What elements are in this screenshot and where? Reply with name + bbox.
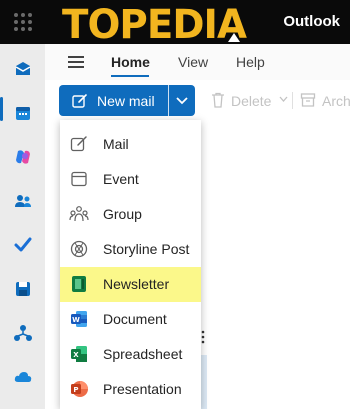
ribbon-divider (292, 92, 293, 109)
org-explorer-icon[interactable] (13, 323, 33, 343)
delete-chevron-icon[interactable] (279, 96, 288, 103)
menu-item-mail[interactable]: Mail (60, 127, 201, 162)
word-icon: W (71, 311, 87, 327)
menu-item-label: Group (103, 206, 142, 222)
logo-mark-icon (228, 33, 240, 42)
new-mail-dropdown-button[interactable] (169, 85, 195, 116)
brand-logo: TOPEDIA (62, 0, 252, 48)
archive-icon[interactable] (300, 92, 316, 108)
menu-item-storyline-post[interactable]: Storyline Post (60, 232, 201, 267)
calendar-icon (71, 171, 87, 187)
menu-item-event[interactable]: Event (60, 162, 201, 197)
todo-icon[interactable] (13, 235, 33, 255)
menu-item-label: Newsletter (103, 276, 170, 292)
delete-button[interactable]: Delete (231, 93, 271, 109)
compose-icon (70, 136, 87, 152)
svg-text:TOPEDIA: TOPEDIA (62, 2, 247, 44)
menu-item-label: Presentation (103, 381, 182, 397)
menu-icon[interactable] (68, 56, 84, 68)
menu-item-document[interactable]: W Document (60, 302, 201, 337)
more-dots-icon (201, 330, 205, 344)
copilot-icon[interactable] (13, 147, 33, 167)
group-icon (69, 206, 89, 222)
svg-text:P: P (73, 386, 78, 394)
app-launcher-icon[interactable] (14, 13, 32, 31)
new-item-menu: Mail Event Group Storyline Post Newslett… (60, 120, 201, 409)
top-bar: Home View Help (45, 44, 350, 80)
storyline-icon (70, 240, 88, 258)
menu-item-label: Event (103, 171, 139, 187)
background-panel (201, 355, 207, 409)
new-mail-label: New mail (97, 93, 155, 109)
tab-home-underline (111, 75, 149, 77)
rail-active-indicator (0, 97, 3, 121)
tab-home[interactable]: Home (111, 54, 150, 70)
app-name: Outlook (283, 13, 340, 30)
mail-icon[interactable] (13, 59, 33, 79)
chevron-down-icon (176, 97, 188, 105)
ribbon: New mail Delete Arch (45, 80, 350, 120)
svg-text:X: X (73, 351, 79, 359)
new-mail-button[interactable]: New mail (59, 85, 167, 116)
people-icon[interactable] (13, 191, 33, 211)
delete-icon[interactable] (210, 92, 226, 108)
onedrive-icon[interactable] (13, 367, 33, 387)
compose-icon (72, 94, 87, 108)
new-mail-split-button: New mail (59, 85, 195, 116)
excel-icon: X (71, 346, 87, 362)
menu-item-spreadsheet[interactable]: X Spreadsheet (60, 337, 201, 372)
archive-button[interactable]: Arch (322, 93, 350, 109)
save-icon[interactable] (13, 279, 33, 299)
tab-help[interactable]: Help (236, 54, 265, 70)
app-rail (0, 44, 45, 409)
menu-item-group[interactable]: Group (60, 197, 201, 232)
menu-item-newsletter[interactable]: Newsletter (60, 267, 201, 302)
menu-item-label: Mail (103, 136, 129, 152)
menu-item-label: Document (103, 311, 167, 327)
tab-view[interactable]: View (178, 54, 208, 70)
svg-text:W: W (72, 316, 80, 324)
menu-item-presentation[interactable]: P Presentation (60, 372, 201, 407)
newsletter-icon (72, 276, 86, 292)
title-bar: TOPEDIA Outlook (0, 0, 350, 48)
menu-item-label: Spreadsheet (103, 346, 183, 362)
menu-item-label: Storyline Post (103, 241, 190, 257)
calendar-icon[interactable] (13, 103, 33, 123)
powerpoint-icon: P (71, 381, 88, 397)
